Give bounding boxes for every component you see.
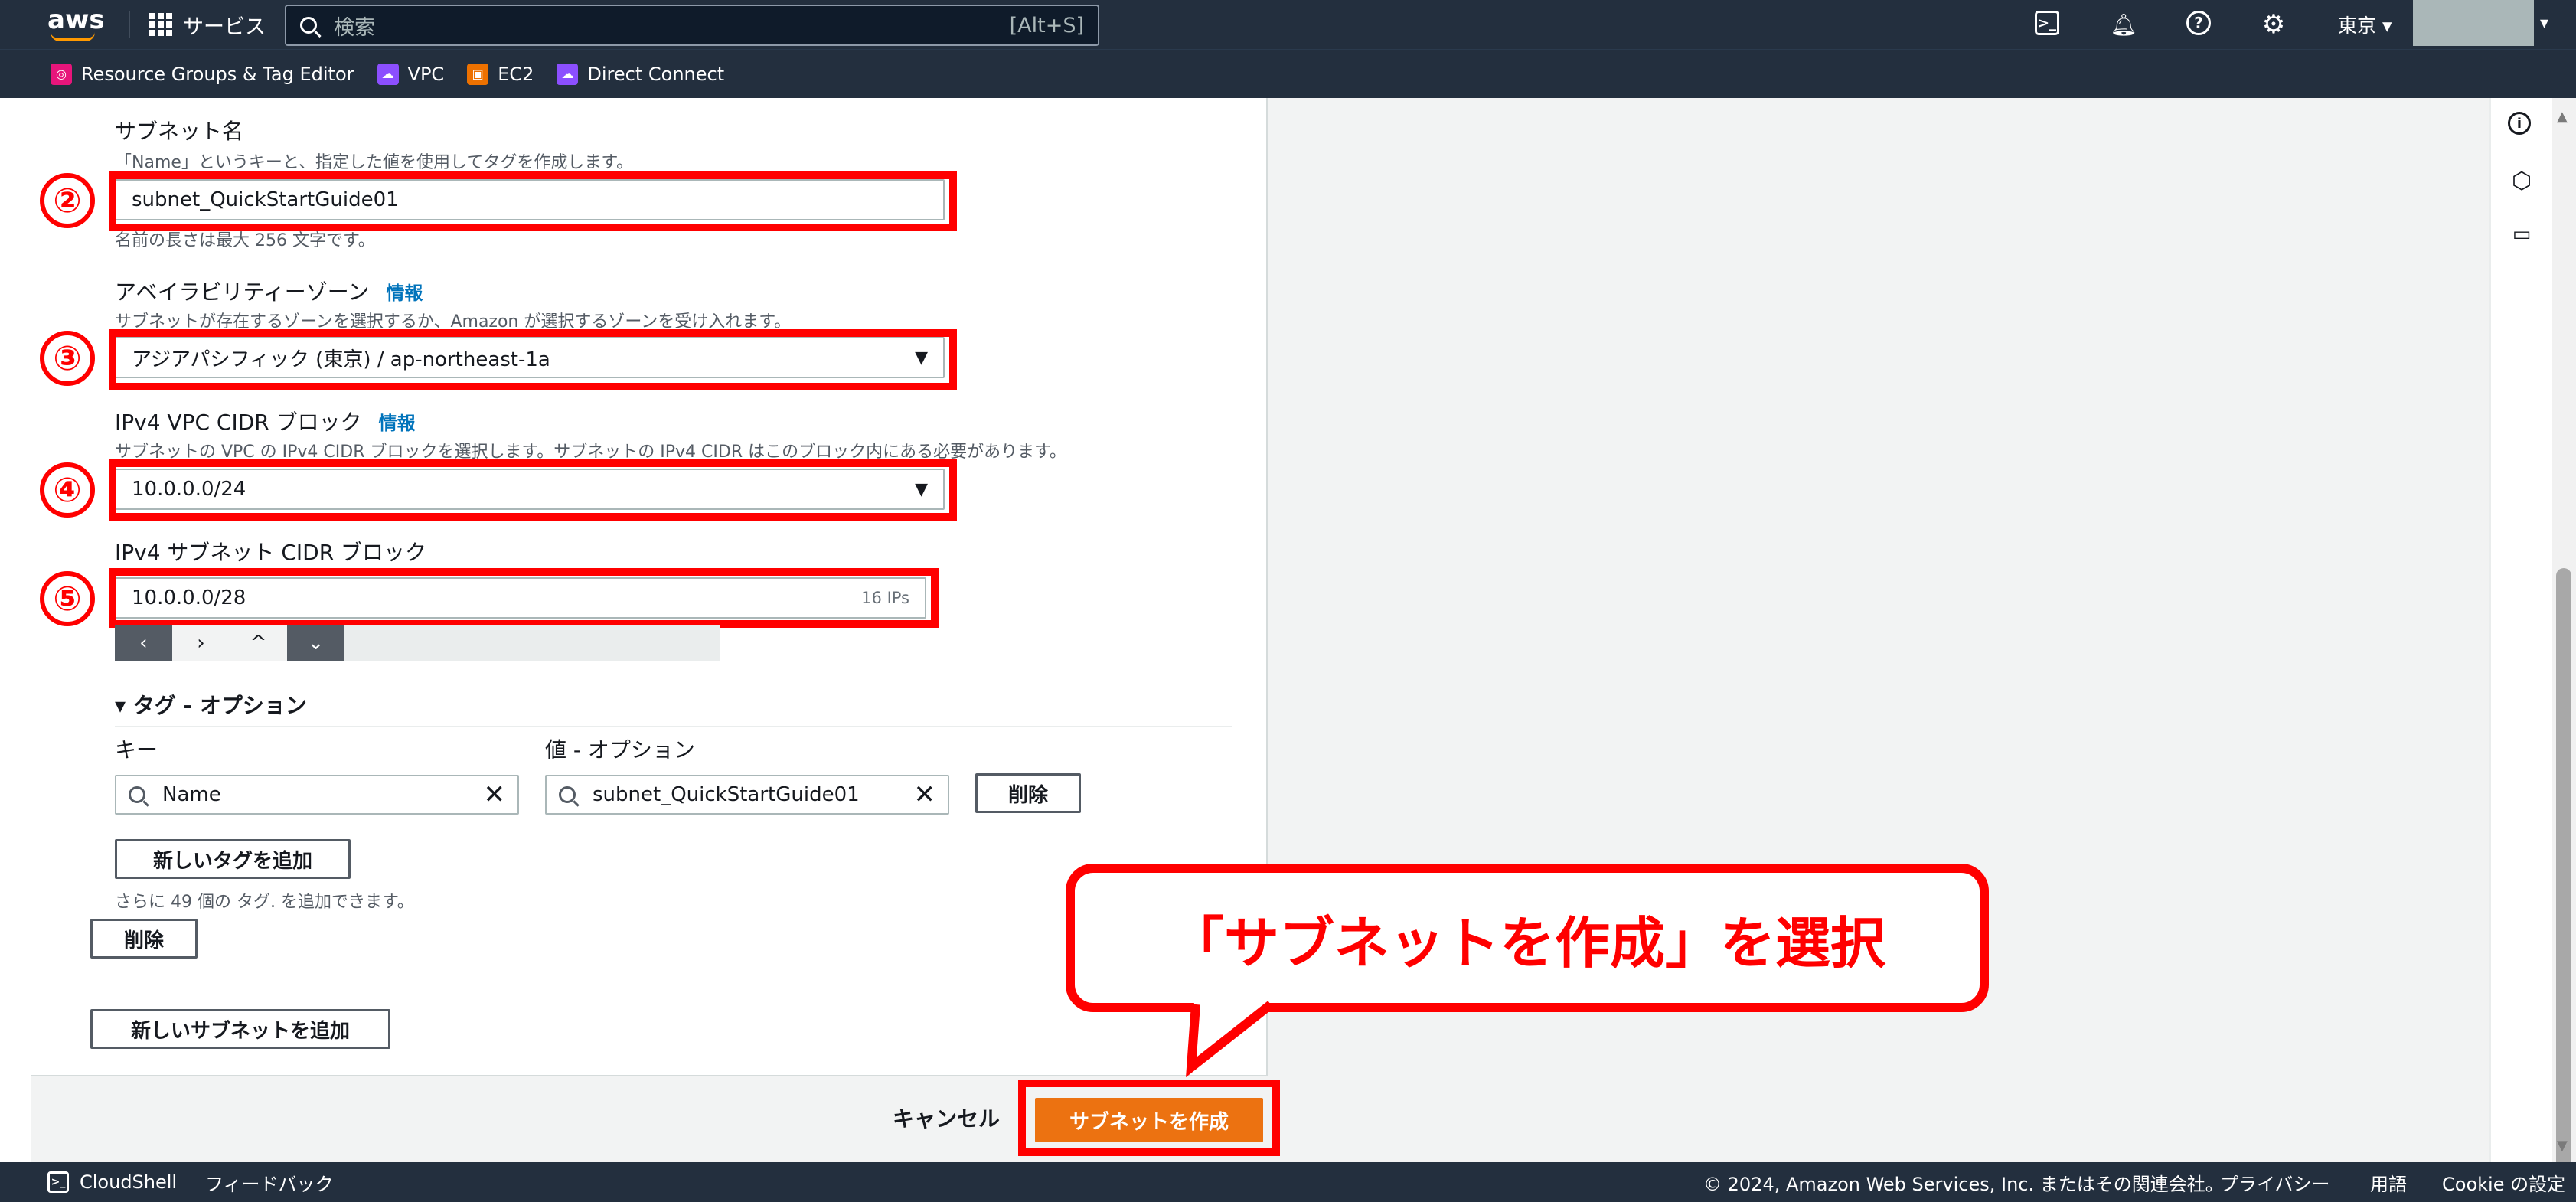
add-subnet-button[interactable]: 新しいサブネットを追加 xyxy=(90,1009,390,1049)
add-tag-button[interactable]: 新しいタグを追加 xyxy=(115,839,351,879)
account-menu[interactable] xyxy=(2413,0,2534,46)
tags-section-toggle[interactable]: ▾ タグ - オプション xyxy=(115,689,307,720)
cancel-button[interactable]: キャンセル xyxy=(893,1102,1000,1133)
footer: >_ CloudShell フィードバック © 2024, Amazon Web… xyxy=(0,1162,2576,1202)
callout-tail xyxy=(1186,1001,1274,1078)
favorite-ec2[interactable]: ▣ EC2 xyxy=(467,63,534,85)
tags-remaining-text: さらに 49 個の タグ. を追加できます。 xyxy=(115,893,414,912)
cloudshell-icon[interactable]: >_ xyxy=(2035,11,2059,35)
services-label: サービス xyxy=(183,15,266,39)
az-label-text: アベイラビリティーゾーン xyxy=(115,279,370,305)
subnet-name-description: 「Name」というキーと、指定した値を使用してタグを作成します。 xyxy=(115,153,634,172)
tag-key-input[interactable]: Name ✕ xyxy=(115,775,519,815)
scroll-thumb[interactable] xyxy=(2556,568,2571,1202)
feedback-link[interactable]: フィードバック xyxy=(205,1169,334,1196)
scroll-down-icon[interactable]: ▼ xyxy=(2557,1138,2568,1154)
gear-icon[interactable]: ⚙︎ xyxy=(2260,9,2287,40)
tag-key-label: キー xyxy=(115,737,158,763)
callout-text: 「サブネットを作成」を選択 xyxy=(1168,910,1885,975)
ec2-icon: ▣ xyxy=(467,63,489,85)
clear-icon[interactable]: ✕ xyxy=(914,779,936,810)
presentation-icon[interactable]: ▭ xyxy=(2508,220,2535,248)
terms-link[interactable]: 用語 xyxy=(2370,1169,2407,1196)
services-menu-button[interactable]: サービス xyxy=(149,8,266,41)
tag-value-value: subnet_QuickStartGuide01 xyxy=(593,783,860,806)
direct-connect-icon: ☁ xyxy=(557,63,579,85)
chevron-down-icon[interactable]: ▾ xyxy=(2540,14,2548,33)
divider xyxy=(129,11,130,38)
subnet-cidr-label: IPv4 サブネット CIDR ブロック xyxy=(115,540,427,565)
vpc-cidr-label: IPv4 VPC CIDR ブロック 情報 xyxy=(115,406,416,436)
highlight-box xyxy=(109,459,957,521)
search-input[interactable]: 検索 [Alt+S] xyxy=(285,5,1099,46)
favorite-vpc[interactable]: ☁ VPC xyxy=(377,63,445,85)
search-icon xyxy=(559,786,576,803)
step-number-5: ⑤ xyxy=(40,571,95,626)
favorite-resource-groups[interactable]: ◎ Resource Groups & Tag Editor xyxy=(51,63,354,85)
step-number-3: ③ xyxy=(40,331,95,386)
divider xyxy=(115,726,1232,727)
tag-value-label: 値 - オプション xyxy=(545,737,695,763)
favorite-label: Direct Connect xyxy=(587,63,725,85)
cloudshell-button[interactable]: >_ CloudShell xyxy=(47,1171,177,1193)
az-info-link[interactable]: 情報 xyxy=(386,283,423,304)
search-icon xyxy=(300,17,317,34)
search-placeholder: 検索 xyxy=(334,15,375,40)
favorite-label: VPC xyxy=(407,63,445,85)
previous-button[interactable]: ‹ xyxy=(115,625,172,661)
favorite-direct-connect[interactable]: ☁ Direct Connect xyxy=(557,63,725,85)
top-navigation-bar: aws サービス 検索 [Alt+S] >_ 🔔︎ ? ⚙︎ 東京 ▾ ▾ xyxy=(0,0,2576,49)
remove-subnet-button[interactable]: 削除 xyxy=(90,919,198,959)
highlight-box xyxy=(109,329,957,390)
favorites-bar: ◎ Resource Groups & Tag Editor ☁ VPC ▣ E… xyxy=(0,49,2576,98)
highlight-box xyxy=(109,171,957,231)
highlight-box xyxy=(1018,1080,1280,1156)
tools-panel-rail: i ⬡ ▭ xyxy=(2489,98,2552,1162)
resource-groups-icon: ◎ xyxy=(51,63,72,85)
bell-icon[interactable]: 🔔︎ xyxy=(2110,11,2137,38)
region-selector[interactable]: 東京 ▾ xyxy=(2338,11,2392,38)
search-shortcut: [Alt+S] xyxy=(1009,13,1084,38)
grid-icon xyxy=(149,13,172,36)
step-number-4: ④ xyxy=(40,462,95,518)
cidr-stepper: ‹ › ^ ⌄ xyxy=(115,625,720,661)
scroll-up-icon[interactable]: ▲ xyxy=(2557,109,2568,125)
aws-logo[interactable]: aws xyxy=(47,5,109,43)
az-label: アベイラビリティーゾーン 情報 xyxy=(115,276,423,306)
copyright-text: © 2024, Amazon Web Services, Inc. またはその関… xyxy=(1703,1173,2224,1195)
decrement-button[interactable]: ⌄ xyxy=(287,625,344,661)
remove-tag-button[interactable]: 削除 xyxy=(975,773,1081,813)
cloudshell-icon: >_ xyxy=(47,1171,69,1193)
next-button[interactable]: › xyxy=(172,625,230,661)
callout-bubble: 「サブネットを作成」を選択 xyxy=(1066,864,1989,1012)
increment-button[interactable]: ^ xyxy=(230,625,287,661)
favorite-label: Resource Groups & Tag Editor xyxy=(81,63,354,85)
subnet-name-label: サブネット名 xyxy=(115,119,244,144)
vpc-cidr-info-link[interactable]: 情報 xyxy=(379,413,416,434)
privacy-link[interactable]: プライバシー xyxy=(2220,1169,2330,1196)
vpc-cidr-label-text: IPv4 VPC CIDR ブロック xyxy=(115,410,362,435)
hexagon-icon[interactable]: ⬡ xyxy=(2508,167,2535,194)
search-icon xyxy=(129,786,145,803)
highlight-box xyxy=(109,568,939,628)
favorite-label: EC2 xyxy=(498,63,534,85)
info-icon[interactable]: i xyxy=(2508,112,2531,135)
clear-icon[interactable]: ✕ xyxy=(484,779,506,810)
scrollbar[interactable]: ▲ ▼ xyxy=(2552,98,2576,1202)
help-icon[interactable]: ? xyxy=(2186,11,2211,35)
vpc-icon: ☁ xyxy=(377,63,399,85)
step-number-2: ② xyxy=(40,173,95,228)
tag-value-input[interactable]: subnet_QuickStartGuide01 ✕ xyxy=(545,775,949,815)
cloudshell-label: CloudShell xyxy=(80,1171,178,1193)
cookie-settings-link[interactable]: Cookie の設定 xyxy=(2442,1169,2565,1196)
tag-key-value: Name xyxy=(162,783,221,806)
